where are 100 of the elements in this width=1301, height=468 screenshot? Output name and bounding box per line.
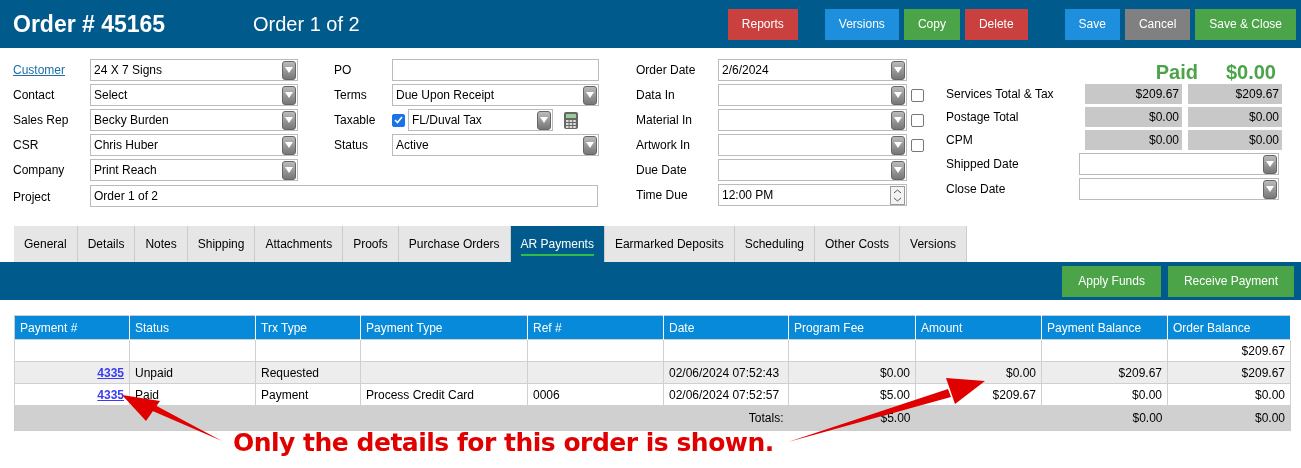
field-label: Sales Rep xyxy=(13,112,70,129)
customer-link[interactable]: Customer xyxy=(13,61,90,79)
column-header: Payment Balance xyxy=(1041,315,1168,340)
tab[interactable]: AR Payments xyxy=(510,226,605,262)
date-field[interactable] xyxy=(1079,178,1279,200)
table-cell: $0.00 xyxy=(879,365,910,380)
checkbox[interactable] xyxy=(911,113,924,127)
tab[interactable]: General xyxy=(14,226,78,262)
field-label: Status xyxy=(334,137,370,154)
date-field[interactable] xyxy=(1079,153,1279,175)
select-field[interactable]: Active xyxy=(392,134,599,156)
calculator-icon[interactable] xyxy=(564,111,578,129)
tab[interactable]: Notes xyxy=(135,226,188,262)
column-header: Trx Type xyxy=(255,315,361,340)
payment-link[interactable]: 4335 xyxy=(97,387,124,402)
select-field[interactable]: Print Reach xyxy=(90,159,298,181)
table-cell: Paid xyxy=(135,387,160,402)
field-label: Company xyxy=(13,162,66,179)
text-field[interactable] xyxy=(392,59,599,81)
field-label: Shipped Date xyxy=(946,156,1020,173)
column-header: Date xyxy=(663,315,789,340)
table-cell: $0.00 xyxy=(1132,411,1163,425)
table-cell: $209.67 xyxy=(1118,365,1162,380)
field-label: Order Date xyxy=(636,62,697,79)
dropdown-caret-icon[interactable] xyxy=(891,60,905,80)
checkbox[interactable] xyxy=(911,88,924,102)
table-cell: Payment xyxy=(261,387,309,402)
order-title: Order # 45165 xyxy=(13,9,167,39)
field-label: PO xyxy=(334,62,353,79)
column-header: Amount xyxy=(915,315,1042,340)
column-header: Payment Type xyxy=(360,315,528,340)
table-cell: $0.00 xyxy=(1254,387,1285,402)
table-cell: Unpaid xyxy=(135,365,174,380)
balance-amount: $0.00 xyxy=(1225,59,1276,85)
total-value: $0.00 xyxy=(1085,130,1182,150)
dropdown-caret-icon[interactable] xyxy=(282,85,296,105)
select-field[interactable]: 2/6/2024 xyxy=(718,59,907,81)
toolbar-button[interactable]: Reports xyxy=(727,8,798,40)
table-cell: Process Credit Card xyxy=(366,387,475,402)
field-label: Close Date xyxy=(946,181,1007,198)
dropdown-caret-icon[interactable] xyxy=(537,110,551,130)
dropdown-caret-icon[interactable] xyxy=(282,135,296,155)
table-cell: $209.67 xyxy=(992,387,1036,402)
field-label: Contact xyxy=(13,87,56,104)
field-label: Postage Total xyxy=(946,109,1020,126)
tab[interactable]: Other Costs xyxy=(815,226,901,262)
column-header: Ref # xyxy=(527,315,664,340)
tab[interactable]: Proofs xyxy=(343,226,399,262)
total-value: $0.00 xyxy=(1188,107,1282,127)
toolbar-button[interactable]: Cancel xyxy=(1124,8,1191,40)
table-cell: 02/06/2024 07:52:43 xyxy=(669,365,780,380)
tab[interactable]: Attachments xyxy=(255,226,344,262)
dropdown-caret-icon[interactable] xyxy=(282,160,296,180)
dropdown-caret-icon[interactable] xyxy=(282,60,296,80)
select-field[interactable]: Becky Burden xyxy=(90,109,298,131)
select-field[interactable]: Select xyxy=(90,84,298,106)
dropdown-caret-icon[interactable] xyxy=(583,135,597,155)
column-header: Status xyxy=(129,315,256,340)
total-value: $209.67 xyxy=(1085,84,1182,104)
dropdown-caret-icon[interactable] xyxy=(891,135,905,155)
dropdown-caret-icon[interactable] xyxy=(891,85,905,105)
field-label: Taxable xyxy=(334,112,377,129)
spinner-icon[interactable] xyxy=(890,185,905,205)
table-cell: 02/06/2024 07:52:57 xyxy=(669,387,780,402)
column-header: Payment # xyxy=(14,315,130,340)
checkbox[interactable] xyxy=(911,138,924,152)
dropdown-caret-icon[interactable] xyxy=(282,110,296,130)
table-cell: $0.00 xyxy=(1005,365,1036,380)
select-field[interactable] xyxy=(718,159,907,181)
select-field[interactable]: FL/Duval Tax xyxy=(408,109,553,131)
select-field[interactable] xyxy=(718,84,907,106)
text-field[interactable]: Order 1 of 2 xyxy=(90,185,598,207)
dropdown-caret-icon[interactable] xyxy=(1263,179,1277,199)
payment-status: Paid xyxy=(1155,59,1198,85)
tab[interactable]: Versions xyxy=(900,226,968,262)
checkbox[interactable] xyxy=(392,113,405,127)
dropdown-caret-icon[interactable] xyxy=(583,85,597,105)
tab[interactable]: Earmarked Deposits xyxy=(604,226,735,262)
toolbar-button[interactable]: Delete xyxy=(964,8,1028,40)
totals-label: Totals: xyxy=(748,411,784,425)
field-label: Due Date xyxy=(636,162,688,179)
select-field[interactable]: Chris Huber xyxy=(90,134,298,156)
dropdown-caret-icon[interactable] xyxy=(891,160,905,180)
field-label: CPM xyxy=(946,132,974,149)
dropdown-caret-icon[interactable] xyxy=(1263,154,1277,174)
select-field[interactable]: 24 X 7 Signs xyxy=(90,59,298,81)
field-label: Terms xyxy=(334,87,368,104)
dropdown-caret-icon[interactable] xyxy=(891,110,905,130)
tab[interactable]: Scheduling xyxy=(734,226,816,262)
table-cell: Requested xyxy=(261,365,320,380)
select-field[interactable]: Due Upon Receipt xyxy=(392,84,599,106)
tab[interactable]: Shipping xyxy=(187,226,256,262)
tab[interactable]: Details xyxy=(77,226,136,262)
field-label: Services Total & Tax xyxy=(946,86,1055,103)
select-field[interactable] xyxy=(718,134,907,156)
column-header: Order Balance xyxy=(1167,315,1291,340)
time-field[interactable]: 12:00 PM xyxy=(718,184,907,206)
payment-link[interactable]: 4335 xyxy=(97,365,124,380)
tab[interactable]: Purchase Orders xyxy=(398,226,511,262)
select-field[interactable] xyxy=(718,109,907,131)
